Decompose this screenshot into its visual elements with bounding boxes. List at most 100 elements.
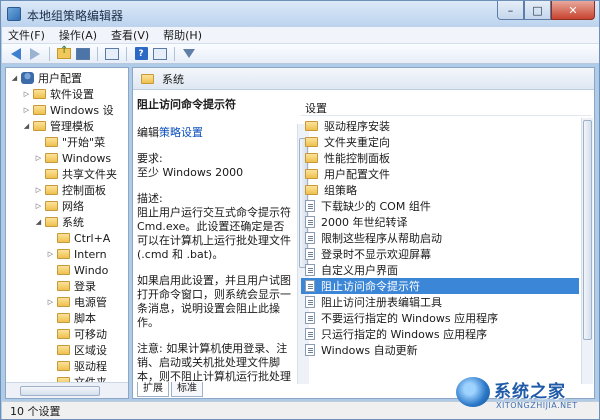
tree-item[interactable]: ▷ 网络 [34,198,84,214]
tree-item[interactable]: ▷ Windows 设 [22,102,114,118]
expand-arrow-icon[interactable]: ▷ [34,202,43,210]
tree-item-label: "开始"菜 [62,136,106,149]
tree-item[interactable]: 驱动程 [46,358,107,374]
tree-item[interactable]: ▷ Intern [46,246,107,262]
tree-item[interactable]: Windo [46,262,108,278]
tree-item[interactable]: 脚本 [46,310,96,326]
tab-standard[interactable]: 标准 [171,382,203,397]
export-list-icon [105,47,119,60]
edit-prefix: 编辑 [137,126,159,139]
menu-view[interactable]: 查看(V) [111,27,149,43]
app-icon [7,7,21,21]
back-button[interactable] [8,46,24,62]
toolbar-divider [174,46,175,61]
settings-folder-row[interactable]: 用户配置文件 [301,166,579,182]
close-button[interactable]: ✕ [551,1,595,20]
view-tabs: 扩展 标准 [137,382,205,398]
expand-arrow-icon[interactable]: ▷ [34,154,43,162]
menu-action[interactable]: 操作(A) [59,27,97,43]
tree-item[interactable]: "开始"菜 [34,134,105,150]
policy-row[interactable]: 只运行指定的 Windows 应用程序 [301,326,579,342]
properties-button[interactable] [152,46,168,62]
policy-row[interactable]: Windows 自动更新 [301,342,579,358]
expand-arrow-icon[interactable]: ▷ [34,186,43,194]
policy-setting-icon [305,264,315,276]
tree-item[interactable]: ◢ 系统 [34,214,84,230]
tree-item-label: 登录 [74,280,96,293]
expand-arrow-icon[interactable]: ▷ [46,298,55,306]
expand-arrow-icon[interactable]: ▷ [46,250,55,258]
help-button[interactable]: ? [133,46,149,62]
policy-row[interactable]: 自定义用户界面 [301,262,579,278]
policy-row[interactable]: 不要运行指定的 Windows 应用程序 [301,310,579,326]
tree-item[interactable]: 登录 [46,278,96,294]
details-header-title: 系统 [162,72,184,86]
tree-item[interactable]: ◢ 管理模板 [22,118,94,134]
folder-icon [45,169,58,179]
collapse-arrow-icon[interactable]: ◢ [22,122,31,130]
tree-item[interactable]: ◢ 用户配置 [10,70,82,86]
gpedit-window: 本地组策略编辑器 – □ ✕ 文件(F) 操作(A) 查看(V) 帮助(H) ?… [0,0,600,420]
requirements-value: 至少 Windows 2000 [137,166,244,179]
policy-setting-icon [305,216,315,228]
maximize-button[interactable]: □ [524,1,551,20]
filter-button[interactable] [181,46,197,62]
expand-arrow-icon[interactable]: ▷ [22,90,31,98]
collapse-arrow-icon[interactable]: ◢ [10,74,19,82]
tree-item[interactable]: ▷ 电源管 [46,294,107,310]
settings-scroll-thumb[interactable] [583,120,592,340]
tree-item[interactable]: 区域设 [46,342,107,358]
watermark-globe-icon [456,377,490,407]
tree-item[interactable]: 共享文件夹 [34,166,117,182]
folder-icon [57,265,70,275]
tree-horizontal-scrollbar[interactable] [6,382,128,398]
settings-folder-row[interactable]: 性能控制面板 [301,150,579,166]
settings-scrollbar[interactable] [581,118,593,384]
tree-item[interactable]: 可移动 [46,326,107,342]
tree-scroll-thumb[interactable] [20,386,100,396]
tab-extended[interactable]: 扩展 [137,382,169,397]
policy-row[interactable]: 限制这些程序从帮助启动 [301,230,579,246]
policy-row[interactable]: 2000 年世纪转译 [301,214,579,230]
show-hide-tree-button[interactable] [75,46,91,62]
toolbar: ? [2,44,599,64]
edit-policy-link[interactable]: 策略设置 [159,126,203,139]
settings-folder-row[interactable]: 组策略 [301,182,579,198]
folder-icon [45,217,58,227]
help-icon: ? [134,47,148,60]
tree-item[interactable]: Ctrl+A [46,230,110,246]
navigation-tree[interactable]: ◢ 用户配置 ▷ 软件设置 ▷ Windows 设 ◢ 管理模板 "开始"菜 ▷ Windows 共享… [5,67,129,399]
forward-button[interactable] [27,46,43,62]
minimize-button[interactable]: – [497,1,524,20]
settings-folder-row[interactable]: 文件夹重定向 [301,134,579,150]
export-list-button[interactable] [104,46,120,62]
tree-item-label: 共享文件夹 [62,168,117,181]
list-item-label: 限制这些程序从帮助启动 [321,232,442,245]
up-one-level-button[interactable] [56,45,72,62]
tree-item-label: 系统 [62,216,84,229]
policy-row[interactable]: 登录时不显示欢迎屏幕 [301,246,579,262]
folder-icon [305,137,318,147]
policy-row[interactable]: 下载缺少的 COM 组件 [301,198,579,214]
menu-file[interactable]: 文件(F) [8,27,45,43]
collapse-arrow-icon[interactable]: ◢ [34,218,43,226]
tree-item[interactable]: ▷ 软件设置 [22,86,94,102]
folder-icon [305,153,318,163]
toolbar-divider [97,46,98,61]
title-bar[interactable]: 本地组策略编辑器 – □ ✕ [1,1,599,27]
requirements-label: 要求: [137,152,163,165]
settings-column-header[interactable]: 设置 [301,100,591,116]
policy-setting-icon [305,296,315,308]
tree-item[interactable]: ▷ Windows [34,150,111,166]
menu-help[interactable]: 帮助(H) [163,27,202,43]
policy-row[interactable]: 阻止访问命令提示符 [301,278,579,294]
tree-item[interactable]: ▷ 控制面板 [34,182,106,198]
list-item-label: 阻止访问命令提示符 [321,280,420,293]
list-item-label: 性能控制面板 [324,152,390,165]
settings-folder-row[interactable]: 驱动程序安装 [301,118,579,134]
folder-icon [45,153,58,163]
policy-row[interactable]: 阻止访问注册表编辑工具 [301,294,579,310]
expand-arrow-icon[interactable]: ▷ [22,106,31,114]
folder-icon [57,329,70,339]
status-text: 10 个设置 [10,404,61,418]
